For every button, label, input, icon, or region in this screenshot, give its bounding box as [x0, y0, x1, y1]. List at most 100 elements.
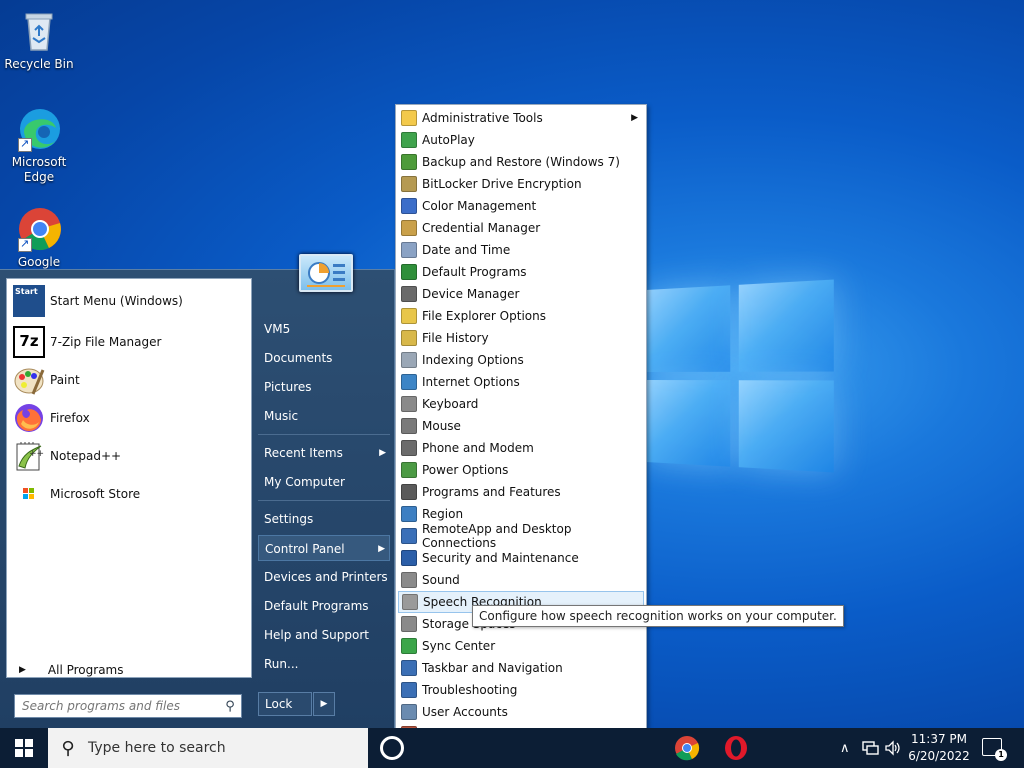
control-panel-item[interactable]: AutoPlay — [398, 129, 644, 151]
control-panel-item-label: Administrative Tools — [422, 111, 543, 125]
firefox-icon — [13, 402, 45, 434]
start-menu-search-box[interactable]: ⚲ — [14, 694, 242, 718]
seven-zip-icon-label: 7z — [19, 332, 39, 350]
windows-wallpaper-logo — [646, 279, 836, 473]
control-panel-item[interactable]: User Accounts — [398, 701, 644, 723]
remoteapp-icon — [401, 528, 417, 544]
programs-features-icon — [401, 484, 417, 500]
start-menu-link-documents[interactable]: Documents — [258, 345, 390, 371]
system-clock[interactable]: 11:37 PM 6/20/2022 — [902, 731, 976, 765]
program-item-microsoft-store[interactable]: Microsoft Store — [13, 477, 140, 511]
control-panel-item[interactable]: Power Options — [398, 459, 644, 481]
svg-text:++: ++ — [29, 449, 44, 459]
all-programs-button[interactable]: ▶ All Programs — [19, 663, 124, 677]
start-menu-link-run[interactable]: Run... — [258, 651, 390, 677]
desktop-icon-recycle-bin[interactable]: Recycle Bin — [1, 8, 77, 72]
control-panel-item[interactable]: Phone and Modem — [398, 437, 644, 459]
chrome-taskbar-icon[interactable] — [673, 734, 701, 762]
notepad-plus-plus-icon: ++ — [13, 440, 45, 472]
program-item-notepad-plus-plus[interactable]: ++ Notepad++ — [13, 439, 121, 473]
program-label: Paint — [50, 373, 80, 387]
program-item-start-menu[interactable]: Start Start Menu (Windows) — [13, 284, 183, 318]
program-item-paint[interactable]: Paint — [13, 363, 80, 397]
control-panel-item[interactable]: Internet Options — [398, 371, 644, 393]
troubleshooting-icon — [401, 682, 417, 698]
start-menu-icon-label: Start — [15, 287, 38, 296]
start-menu: Start Start Menu (Windows) 7z 7-Zip File… — [0, 254, 395, 728]
edge-icon — [16, 106, 62, 152]
start-menu-link-recent-items[interactable]: Recent Items ▶ — [258, 440, 390, 466]
program-label: 7-Zip File Manager — [50, 335, 162, 349]
desktop-icon-microsoft-edge[interactable]: Microsoft Edge — [1, 106, 77, 185]
control-panel-item[interactable]: Credential Manager — [398, 217, 644, 239]
notification-center-icon[interactable]: 1 — [982, 738, 1007, 761]
desktop-icon-label: Google — [17, 255, 61, 269]
storage-spaces-icon — [401, 616, 417, 632]
microphone-icon — [402, 594, 418, 610]
control-panel-item[interactable]: Taskbar and Navigation — [398, 657, 644, 679]
volume-icon[interactable] — [884, 728, 902, 768]
start-menu-link-settings[interactable]: Settings — [258, 506, 390, 532]
show-hidden-icons-button[interactable]: ∧ — [840, 728, 850, 768]
taskbar-search-box[interactable]: ⚲ Type here to search — [48, 728, 368, 768]
program-label: Notepad++ — [50, 449, 122, 463]
link-label: Documents — [264, 351, 333, 365]
program-item-7zip[interactable]: 7z 7-Zip File Manager — [13, 325, 161, 359]
taskbar: ⚲ Type here to search ∧ 11:37 PM 6/20/20… — [0, 728, 1024, 768]
network-icon[interactable] — [862, 728, 880, 768]
lock-button[interactable]: Lock — [258, 692, 312, 716]
control-panel-item[interactable]: Troubleshooting — [398, 679, 644, 701]
control-panel-item[interactable]: Programs and Features — [398, 481, 644, 503]
link-label: My Computer — [264, 475, 345, 489]
start-menu-link-music[interactable]: Music — [258, 403, 390, 429]
control-panel-item[interactable]: Mouse — [398, 415, 644, 437]
lock-label: Lock — [265, 697, 293, 711]
taskbar-navigation-icon — [401, 660, 417, 676]
control-panel-item[interactable]: Administrative Tools ▶ — [398, 107, 644, 129]
control-panel-item[interactable]: Sound — [398, 569, 644, 591]
start-button[interactable] — [0, 728, 48, 768]
control-panel-item[interactable]: Date and Time — [398, 239, 644, 261]
start-menu-icon: Start — [13, 285, 45, 317]
desktop-icon-google[interactable]: Google — [1, 206, 77, 270]
program-item-firefox[interactable]: Firefox — [13, 401, 90, 435]
indexing-options-icon — [401, 352, 417, 368]
search-icon[interactable]: ⚲ — [219, 699, 241, 714]
start-menu-link-devices-printers[interactable]: Devices and Printers — [258, 564, 390, 590]
control-panel-item-label: Date and Time — [422, 243, 511, 257]
start-menu-link-help-support[interactable]: Help and Support — [258, 622, 390, 648]
control-panel-item-label: File History — [422, 331, 489, 345]
tooltip-text: Configure how speech recognition works o… — [479, 609, 837, 623]
start-menu-link-pictures[interactable]: Pictures — [258, 374, 390, 400]
shutdown-options-button[interactable]: ▶ — [313, 692, 335, 716]
control-panel-item-label: Internet Options — [422, 375, 520, 389]
control-panel-item[interactable]: File Explorer Options — [398, 305, 644, 327]
start-menu-link-default-programs[interactable]: Default Programs — [258, 593, 390, 619]
control-panel-item[interactable]: Sync Center — [398, 635, 644, 657]
chevron-up-icon: ∧ — [840, 740, 850, 756]
clock-date: 6/20/2022 — [908, 749, 970, 763]
start-menu-link-control-panel[interactable]: Control Panel ▶ — [258, 535, 390, 561]
control-panel-item[interactable]: BitLocker Drive Encryption — [398, 173, 644, 195]
control-panel-item[interactable]: Keyboard — [398, 393, 644, 415]
cortana-icon[interactable] — [380, 736, 404, 760]
control-panel-item[interactable]: File History — [398, 327, 644, 349]
start-menu-link-my-computer[interactable]: My Computer — [258, 469, 390, 495]
control-panel-item-label: Taskbar and Navigation — [422, 661, 563, 675]
control-panel-item[interactable]: Indexing Options — [398, 349, 644, 371]
chrome-icon — [16, 206, 62, 252]
submenu-arrow-icon: ▶ — [631, 113, 638, 123]
control-panel-item[interactable]: Backup and Restore (Windows 7) — [398, 151, 644, 173]
start-menu-search-input[interactable] — [15, 699, 219, 713]
internet-options-icon — [401, 374, 417, 390]
control-panel-item[interactable]: Device Manager — [398, 283, 644, 305]
control-panel-item[interactable]: Security and Maintenance — [398, 547, 644, 569]
opera-taskbar-icon[interactable] — [722, 734, 750, 762]
user-picture[interactable] — [299, 254, 353, 292]
menu-separator — [258, 434, 390, 435]
control-panel-item[interactable]: Color Management — [398, 195, 644, 217]
control-panel-item[interactable]: RemoteApp and Desktop Connections — [398, 522, 644, 550]
start-menu-link-user-folder[interactable]: VM5 — [258, 316, 390, 342]
windows-logo-icon — [15, 739, 33, 757]
control-panel-item[interactable]: Default Programs — [398, 261, 644, 283]
